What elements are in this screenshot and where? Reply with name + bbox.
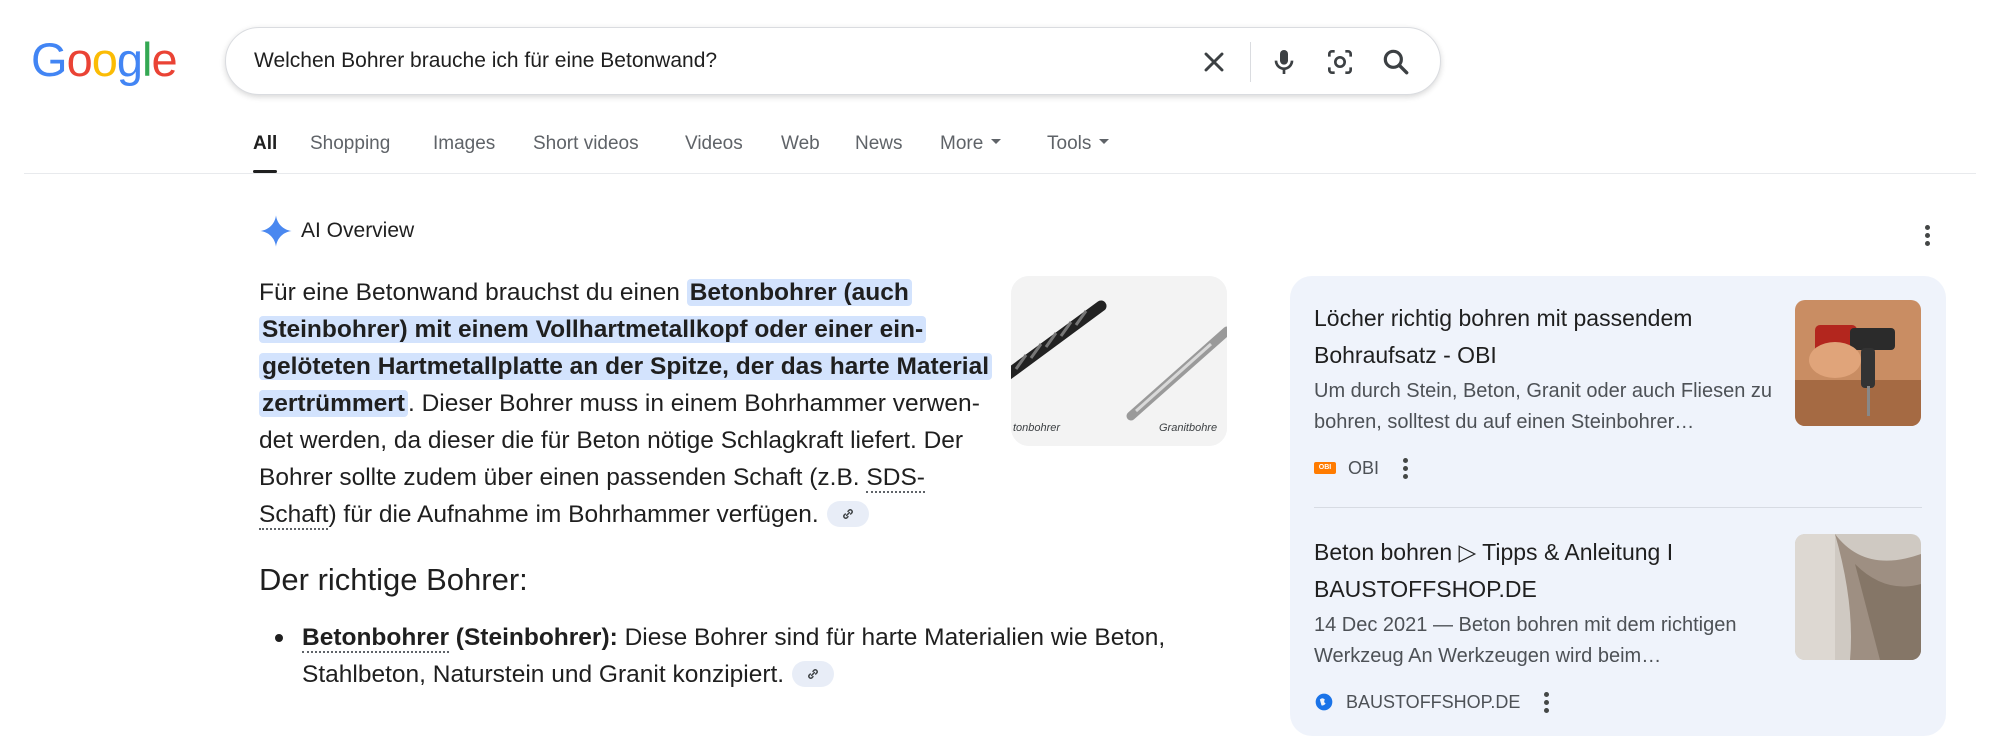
source-more-icon[interactable] (1401, 458, 1409, 482)
source-card[interactable]: Beton bohren ▷ Tipps & Anleitung I BAUST… (1314, 534, 1784, 672)
tab-videos[interactable]: Videos (685, 133, 743, 155)
source-site: OBI (1348, 457, 1380, 478)
logo-letter: e (151, 33, 177, 86)
bullet-term-rest: (Steinbohrer): (449, 624, 618, 651)
header-divider (24, 173, 1976, 174)
source-site: BAUSTOFFSHOP.DE (1346, 691, 1521, 712)
ai-overview-header: AI Overview (259, 214, 414, 248)
tab-news[interactable]: News (855, 133, 903, 155)
source-more-icon[interactable] (1542, 692, 1550, 716)
section-heading: Der richtige Bohrer: (259, 562, 528, 597)
image-caption: tonbohrer (1013, 422, 1061, 434)
source-divider (1314, 507, 1922, 508)
logo-letter: g (116, 33, 143, 86)
bullet-item: Betonbohrer (Steinbohrer): Diese Bohrer … (302, 619, 1232, 693)
logo-letter: o (66, 33, 93, 86)
source-thumbnail[interactable] (1795, 300, 1921, 426)
tab-images[interactable]: Images (433, 133, 495, 155)
source-title[interactable]: Beton bohren ▷ Tipps & Anleitung I BAUST… (1314, 534, 1784, 608)
tab-shopping[interactable]: Shopping (310, 133, 390, 155)
drill-photo (1795, 300, 1921, 426)
clear-icon[interactable] (1198, 46, 1230, 78)
tab-tools[interactable]: Tools (1047, 133, 1110, 155)
globe-icon (1315, 693, 1333, 711)
search-box[interactable]: Welchen Bohrer brauche ich für eine Beto… (225, 27, 1441, 95)
tab-more-label: More (940, 133, 984, 154)
citation-link-button[interactable] (792, 660, 835, 687)
google-logo[interactable]: Google (31, 32, 178, 87)
link-icon (842, 508, 853, 519)
logo-letter: o (91, 33, 118, 86)
tab-all[interactable]: All (253, 133, 277, 155)
source-card[interactable]: Löcher richtig bohren mit passendem Bohr… (1314, 300, 1784, 438)
search-icon[interactable] (1380, 46, 1412, 78)
source-snippet: 14 Dec 2021 — Beton bohren mit dem richt… (1314, 614, 1737, 667)
tab-tools-label: Tools (1047, 133, 1092, 154)
sources-panel: Löcher richtig bohren mit passendem Bohr… (1290, 276, 1946, 736)
drill-bits-image[interactable]: tonbohrer Granitbohre (1011, 276, 1227, 446)
ai-overview-title: AI Overview (301, 219, 415, 242)
source-thumbnail[interactable] (1795, 534, 1921, 660)
microphone-icon[interactable] (1268, 46, 1300, 78)
tab-more[interactable]: More (940, 133, 1002, 155)
tab-web[interactable]: Web (781, 133, 820, 155)
drill-bits-illustration (1011, 276, 1227, 446)
citation-link-button[interactable] (826, 500, 869, 527)
overview-intro: Für eine Betonwand brauchst du einen (259, 279, 687, 306)
lens-camera-icon[interactable] (1324, 46, 1356, 78)
tab-short-videos[interactable]: Short videos (533, 133, 639, 155)
concrete-photo (1795, 534, 1921, 660)
search-divider (1250, 42, 1251, 82)
image-caption: Granitbohre (1159, 422, 1218, 434)
search-input[interactable]: Welchen Bohrer brauche ich für eine Beto… (254, 49, 717, 73)
betonbohrer-term[interactable]: Betonbohrer (302, 624, 449, 653)
overview-text-end: ) für die Aufnahme im Bohrhammer verfüge… (328, 501, 819, 528)
ai-overview-paragraph: Für eine Betonwand brauchst du einen Bet… (259, 274, 996, 533)
bullet-dot (275, 634, 283, 642)
gemini-sparkle-icon (260, 215, 292, 247)
chevron-down-icon (991, 139, 1002, 145)
source-title[interactable]: Löcher richtig bohren mit passendem Bohr… (1314, 300, 1784, 374)
source-snippet: Um durch Stein, Beton, Granit oder auch … (1314, 380, 1773, 433)
link-icon (808, 668, 819, 679)
chevron-down-icon (1099, 139, 1110, 145)
ai-overview-more-icon[interactable] (1923, 225, 1931, 249)
source-meta: BAUSTOFFSHOP.DE (1314, 690, 1550, 714)
source-meta: OBI OBI (1314, 456, 1409, 480)
logo-letter: G (31, 33, 68, 86)
obi-favicon-icon: OBI (1314, 462, 1336, 474)
